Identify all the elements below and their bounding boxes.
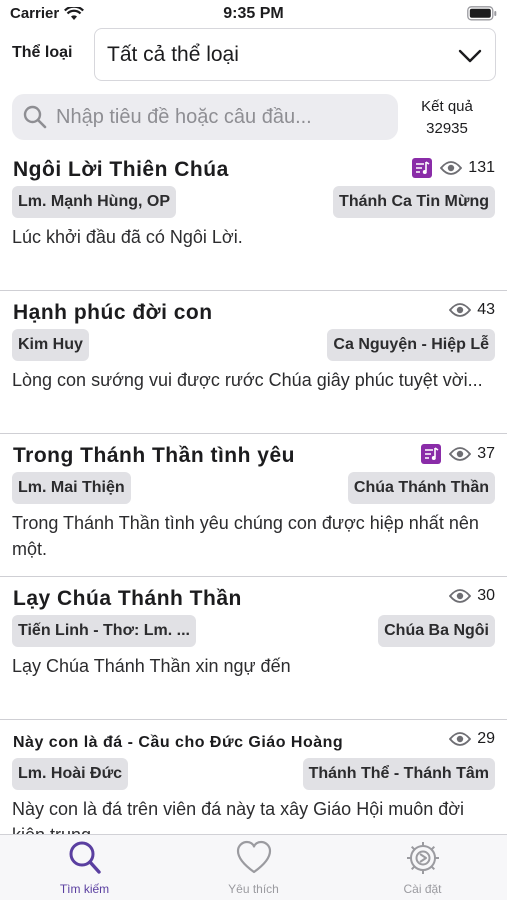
result-count: Kết quả 32935 (408, 96, 486, 140)
view-count-value: 30 (477, 587, 495, 604)
tab-settings[interactable]: Cài đặt (338, 835, 507, 900)
category-tag[interactable]: Thánh Thể - Thánh Tâm (302, 758, 495, 790)
song-meta: 37 (421, 444, 495, 464)
chevron-down-icon (458, 49, 482, 63)
song-list[interactable]: Ngôi Lời Thiên Chúa 131 Lm. Mạnh Hùng, O… (0, 148, 507, 834)
song-item[interactable]: Lạy Chúa Thánh Thần 30 Tiến Linh - Thơ: … (0, 577, 507, 720)
heart-icon (236, 840, 271, 874)
tab-bar: Tìm kiếm Yêu thích Cài đặt (0, 834, 507, 900)
author-tag[interactable]: Tiến Linh - Thơ: Lm. ... (12, 615, 196, 647)
song-meta: 29 (449, 730, 495, 748)
result-count-value: 32935 (426, 120, 468, 137)
status-bar: Carrier 9:35 PM (0, 0, 507, 28)
gear-icon (406, 842, 439, 874)
author-tag[interactable]: Lm. Mạnh Hùng, OP (12, 186, 176, 218)
author-tag[interactable]: Lm. Hoài Đức (12, 758, 129, 790)
music-note-badge-icon (412, 158, 433, 178)
song-meta: 43 (449, 301, 495, 319)
eye-icon (449, 732, 472, 746)
view-count: 29 (449, 730, 495, 748)
search-input[interactable] (56, 105, 386, 129)
search-box[interactable] (12, 94, 398, 140)
tab-favorites[interactable]: Yêu thích (169, 835, 338, 900)
song-first-line: Này con là đá trên viên đá này ta xây Gi… (12, 799, 465, 834)
battery-icon (467, 6, 497, 21)
view-count: 30 (449, 587, 495, 605)
eye-icon (449, 303, 472, 317)
song-meta: 30 (449, 587, 495, 605)
view-count-value: 131 (468, 159, 495, 176)
category-tag[interactable]: Chúa Ba Ngôi (378, 615, 495, 647)
category-filter-row: Thể loại Tất cả thể loại (0, 28, 507, 84)
view-count-value: 37 (477, 445, 495, 462)
author-tag[interactable]: Lm. Mai Thiện (12, 472, 131, 504)
song-title: Hạnh phúc đời con (13, 301, 213, 324)
song-item[interactable]: Hạnh phúc đời con 43 Kim Huy Ca Nguyện -… (0, 291, 507, 434)
song-title: Này con là đá - Cầu cho Đức Giáo Hoàng (13, 734, 344, 751)
song-item[interactable]: Này con là đá - Cầu cho Đức Giáo Hoàng 2… (0, 720, 507, 834)
category-tag[interactable]: Thánh Ca Tin Mừng (333, 186, 495, 218)
song-first-line: Lúc khởi đầu đã có Ngôi Lời. (12, 227, 243, 247)
eye-icon (449, 589, 472, 603)
song-meta: 131 (412, 158, 495, 178)
song-first-line: Lòng con sướng vui được rước Chúa giây p… (12, 370, 483, 390)
view-count: 131 (440, 159, 495, 177)
tab-favorites-label: Yêu thích (228, 882, 279, 896)
tab-settings-label: Cài đặt (403, 882, 442, 896)
music-note-badge-icon (421, 444, 442, 464)
view-count-value: 43 (477, 301, 495, 318)
category-select-value: Tất cả thể loại (107, 42, 239, 66)
view-count-value: 29 (477, 730, 495, 747)
song-first-line: Lạy Chúa Thánh Thần xin ngự đến (12, 656, 291, 676)
author-tag[interactable]: Kim Huy (12, 329, 89, 361)
song-title: Lạy Chúa Thánh Thần (13, 587, 242, 610)
category-tag[interactable]: Ca Nguyện - Hiệp Lễ (327, 329, 495, 361)
view-count: 43 (449, 301, 495, 319)
search-icon (69, 841, 101, 874)
song-item[interactable]: Trong Thánh Thần tình yêu 37 Lm. Mai Thi… (0, 434, 507, 577)
eye-icon (440, 161, 463, 175)
song-item[interactable]: Ngôi Lời Thiên Chúa 131 Lm. Mạnh Hùng, O… (0, 148, 507, 291)
song-title: Trong Thánh Thần tình yêu (13, 444, 295, 467)
view-count: 37 (449, 445, 495, 463)
song-first-line: Trong Thánh Thần tình yêu chúng con được… (12, 513, 479, 559)
tab-search-label: Tìm kiếm (59, 882, 110, 896)
eye-icon (449, 447, 472, 461)
song-title: Ngôi Lời Thiên Chúa (13, 158, 229, 181)
category-select[interactable]: Tất cả thể loại (94, 28, 496, 81)
clock: 9:35 PM (223, 5, 284, 22)
result-count-label: Kết quả (421, 98, 473, 115)
tab-search[interactable]: Tìm kiếm (0, 835, 169, 900)
category-tag[interactable]: Chúa Thánh Thần (347, 472, 495, 504)
category-filter-label: Thể loại (12, 44, 73, 61)
search-icon (23, 105, 47, 129)
